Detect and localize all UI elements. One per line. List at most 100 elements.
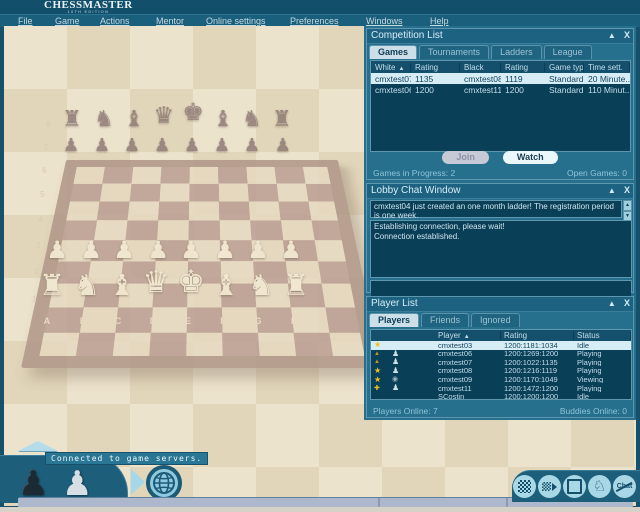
black-pawn-f7: ♟ (214, 136, 230, 154)
player-row[interactable]: ▲ ♟ cmxtest06 1200:1269:1200 Playing (371, 350, 631, 359)
game-white: cmxtest07 (371, 74, 411, 84)
col-status[interactable]: Status (574, 331, 631, 340)
file-label-d: D (150, 316, 157, 326)
player-rating: 1200:1022:1135 (501, 359, 574, 367)
file-label-a: A (44, 316, 51, 326)
player-rating: 1200:1216:1119 (501, 367, 574, 375)
board-icon (542, 482, 551, 491)
menu-actions[interactable]: Actions (100, 16, 130, 26)
knight-view-button[interactable]: ♘ (588, 475, 611, 498)
activity-icon: ♟ (389, 358, 435, 366)
tab-games[interactable]: Games (369, 45, 417, 59)
play-arrow-icon[interactable] (131, 469, 145, 495)
chessboard-view-button[interactable] (513, 475, 536, 498)
tab-ladders[interactable]: Ladders (491, 45, 542, 59)
tab-friends[interactable]: Friends (421, 313, 469, 327)
player-row[interactable]: SCostin 1200:1200:1200 Idle (371, 393, 631, 400)
col-player[interactable]: Player▲ (435, 331, 501, 340)
window-view-button[interactable] (563, 475, 586, 498)
games-table-header: White▲ Rating Black Rating Game typ Time… (371, 61, 630, 73)
close-icon[interactable]: X (624, 30, 630, 40)
competition-list-header: Competition List ▲ X (367, 29, 633, 44)
knight-icon: ♘ (593, 479, 606, 494)
black-pawn-g7: ♟ (244, 136, 260, 154)
viewing-eye-icon: ◉ (389, 376, 435, 383)
white-pawn-h2: ♟ (280, 239, 302, 263)
menu-mentor[interactable]: Mentor (156, 16, 184, 26)
game-row[interactable]: cmxtest07 1135 cmxtest08 1119 Standard -… (371, 73, 630, 84)
player-name: SCostin (435, 393, 501, 400)
collapse-icon[interactable]: ▲ (608, 299, 616, 308)
col-white[interactable]: White▲ (371, 63, 411, 72)
menu-game[interactable]: Game (55, 16, 80, 26)
competition-buttons: Join Watch (367, 151, 633, 164)
white-knight-b1: ♞ (74, 272, 100, 301)
games-table: White▲ Rating Black Rating Game typ Time… (370, 60, 631, 152)
col-rating[interactable]: Rating (501, 331, 574, 340)
black-rook-a8: ♜ (62, 108, 82, 130)
player-status: Idle (574, 393, 631, 400)
chat-toggle-button[interactable]: Chat (613, 475, 636, 498)
join-button[interactable]: Join (442, 151, 489, 164)
close-icon[interactable]: X (624, 298, 630, 308)
rank-label-6: 6 (42, 166, 46, 175)
players-table: Player▲ Rating Status ★ cmxtest03 1200:1… (370, 329, 632, 400)
close-icon[interactable]: X (624, 185, 630, 195)
tab-league[interactable]: League (544, 45, 592, 59)
tab-ignored[interactable]: Ignored (471, 313, 520, 327)
game-time: 110 Minut... (584, 85, 630, 95)
activity-icon: ♟ (389, 367, 435, 375)
rank-badge-icon: ▲ (371, 359, 389, 365)
collapse-icon[interactable]: ▲ (608, 186, 616, 195)
player-status: Playing (574, 385, 631, 393)
connection-status-label: Connected to game servers. (45, 452, 208, 465)
tab-players[interactable]: Players (369, 313, 419, 327)
player-name: cmxtest09 (435, 376, 501, 384)
player-status: Playing (574, 367, 631, 375)
players-online: Players Online: 7 (373, 406, 438, 416)
rank-label-3: 3 (36, 241, 40, 250)
window-icon (567, 479, 582, 494)
scroll-up-icon[interactable]: ▲ (623, 200, 632, 211)
file-label-e: E (185, 316, 191, 326)
game-type: Standard -... (545, 74, 584, 84)
watch-button[interactable]: Watch (503, 151, 558, 164)
globe-icon[interactable] (146, 465, 182, 501)
col-rating-white[interactable]: Rating (411, 63, 460, 72)
col-game-type[interactable]: Game typ (545, 63, 584, 72)
player-row[interactable]: ✚ ♟ cmxtest11 1200:1472:1200 Playing (371, 384, 631, 393)
lobby-chat-header: Lobby Chat Window ▲ X (367, 184, 633, 199)
white-rook-h1: ♜ (283, 272, 309, 301)
col-rating-black[interactable]: Rating (501, 63, 545, 72)
collapse-icon[interactable]: ▲ (608, 31, 616, 40)
chat-input[interactable] (371, 287, 631, 297)
white-pawn-g2: ♟ (247, 239, 269, 263)
player-row[interactable]: ▲ ♟ cmxtest07 1200:1022:1135 Playing (371, 358, 631, 367)
player-status: Viewing (574, 376, 631, 384)
open-games: Open Games: 0 (567, 168, 627, 178)
chat-input-box (370, 280, 632, 292)
menu-file[interactable]: File (18, 16, 33, 26)
online-panel: Competition List ▲ X Games Tournaments L… (364, 26, 636, 420)
board-play-button[interactable] (538, 475, 561, 498)
player-row[interactable]: ★ ◉ cmxtest09 1200:1170:1049 Viewing (371, 375, 631, 384)
player-tabs: Players Friends Ignored (369, 313, 520, 327)
menu-help[interactable]: Help (430, 16, 449, 26)
player-row[interactable]: ★ cmxtest03 1200:1181:1034 Idle (371, 341, 631, 350)
player-status: Playing (574, 350, 631, 358)
panel-expand-arrow-icon[interactable] (18, 441, 58, 451)
game-row[interactable]: cmxtest06 1200 cmxtest11 1200 Standard -… (371, 84, 630, 95)
menu-preferences[interactable]: Preferences (290, 16, 339, 26)
rank-label-1: 1 (32, 295, 36, 304)
white-bishop-f1: ♝ (213, 272, 239, 301)
competition-tabs: Games Tournaments Ladders League (369, 45, 592, 59)
col-time-settings[interactable]: Time sett. (584, 63, 630, 72)
tab-tournaments[interactable]: Tournaments (419, 45, 489, 59)
menu-windows[interactable]: Windows (366, 16, 403, 26)
rank-label-7: 7 (44, 143, 48, 152)
col-black[interactable]: Black (460, 63, 501, 72)
menu-online-settings[interactable]: Online settings (206, 16, 266, 26)
player-row[interactable]: ★ ♟ cmxtest08 1200:1216:1119 Playing (371, 367, 631, 376)
game-black: cmxtest08 (460, 74, 501, 84)
file-label-h: H (291, 316, 298, 326)
